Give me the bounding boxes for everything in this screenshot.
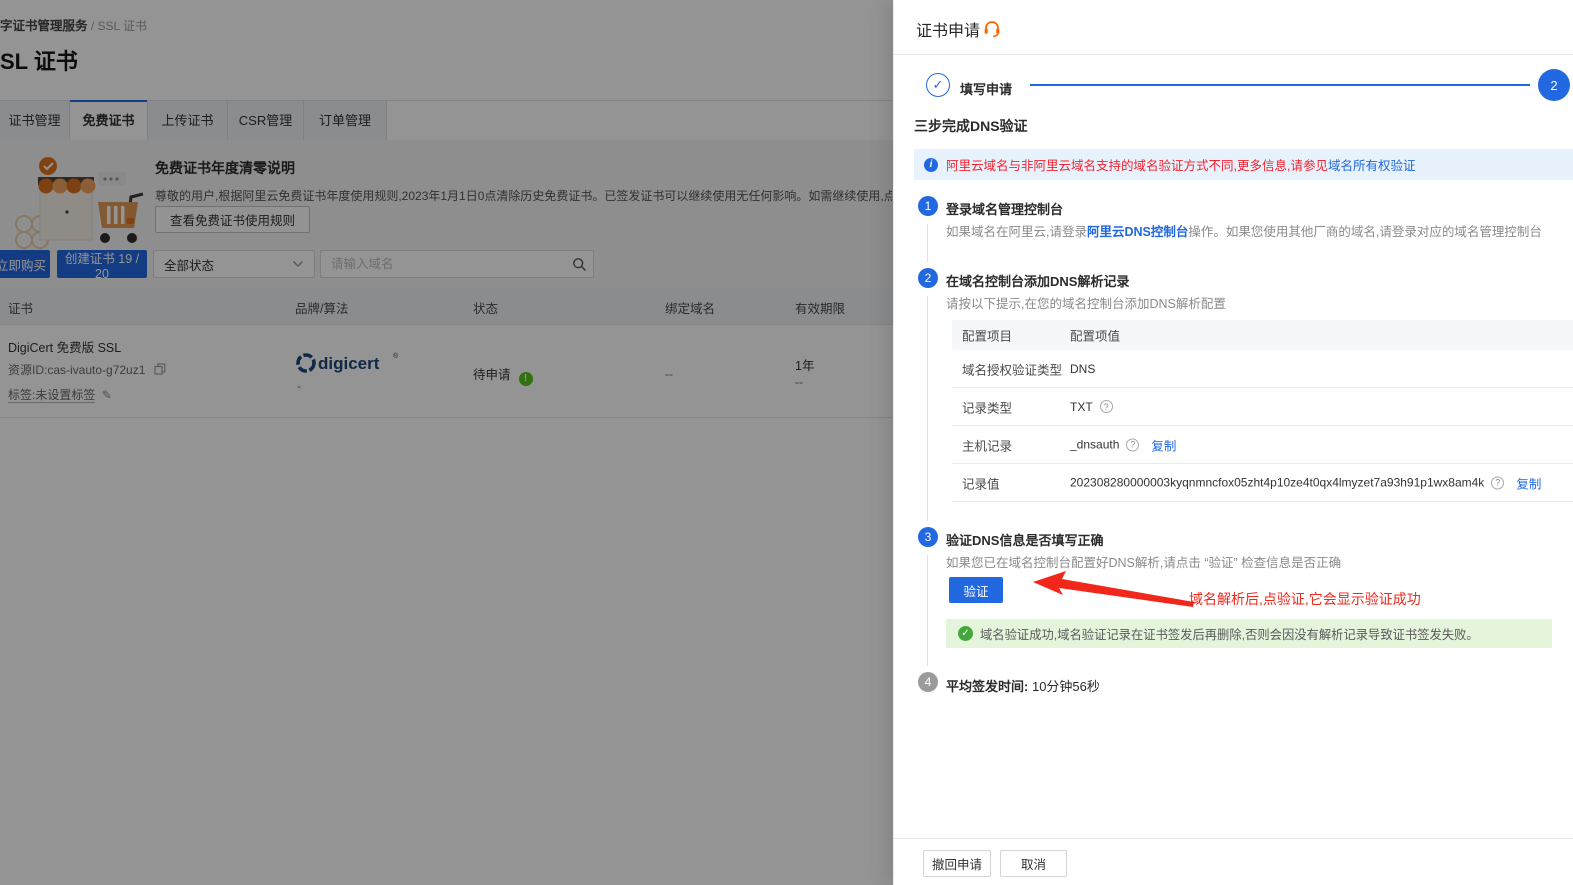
step1-number: 1	[918, 196, 938, 216]
info-alert-text: 阿里云域名与非阿里云域名支持的域名验证方式不同,更多信息,请参见	[946, 155, 1328, 174]
dns-config-table: 配置项目 配置项值 域名授权验证类型 DNS 记录类型 TXT ? 主机记录 _…	[952, 320, 1573, 502]
step1-title: 登录域名管理控制台	[946, 199, 1063, 218]
step3-title: 验证DNS信息是否填写正确	[946, 530, 1103, 549]
annotation-arrow	[1004, 566, 1204, 612]
copy-record-value-link[interactable]: 复制	[1516, 473, 1541, 492]
config-row-record-value: 记录值 202308280000003kyqnmncfox05zht4p10ze…	[952, 464, 1573, 502]
step2-desc: 请按以下提示,在您的域名控制台添加DNS解析配置	[946, 293, 1226, 312]
step3-number: 3	[918, 527, 938, 547]
section-title: 三步完成DNS验证	[914, 116, 1028, 136]
host-record-help-icon[interactable]: ?	[1126, 438, 1139, 451]
step2-number: 2	[918, 268, 938, 288]
step-complete-check-icon: ✓	[926, 73, 950, 97]
info-icon: i	[924, 158, 938, 172]
step2-title: 在域名控制台添加DNS解析记录	[946, 271, 1129, 290]
aliyun-dns-console-link[interactable]: 阿里云DNS控制台	[1087, 225, 1188, 239]
success-alert-text: 域名验证成功,域名验证记录在证书签发后再删除,否则会因没有解析记录导致证书签发失…	[980, 625, 1479, 643]
col-config-value: 配置项值	[1070, 326, 1120, 345]
col-config-item: 配置项目	[962, 326, 1012, 345]
config-row-verification-type: 域名授权验证类型 DNS	[952, 350, 1573, 388]
screen: 字证书管理服务 / SSL 证书 SL 证书 证书管理 免费证书 上传证书 CS…	[0, 0, 1573, 885]
step1-desc: 如果域名在阿里云,请登录阿里云DNS控制台操作。如果您使用其他厂商的域名,请登录…	[946, 221, 1542, 240]
cancel-button[interactable]: 取消	[1000, 850, 1067, 877]
withdraw-application-button[interactable]: 撤回申请	[923, 850, 991, 877]
progress-step1-label: 填写申请	[960, 79, 1012, 98]
step3-connector	[927, 555, 928, 666]
progress-step2-badge: 2	[1538, 69, 1570, 101]
config-row-host-record: 主机记录 _dnsauth ? 复制	[952, 426, 1573, 464]
success-check-icon: ✓	[958, 626, 973, 641]
config-row-record-type: 记录类型 TXT ?	[952, 388, 1573, 426]
domain-ownership-verification-link[interactable]: 域名所有权验证	[1328, 155, 1416, 174]
certificate-application-drawer: 证书申请 ✓ 填写申请 2 三步完成DNS验证 i 阿里云域名与非阿里云域名支持…	[893, 0, 1573, 885]
info-alert: i 阿里云域名与非阿里云域名支持的域名验证方式不同,更多信息,请参见域名所有权验…	[914, 149, 1573, 180]
record-type-help-icon[interactable]: ?	[1100, 400, 1113, 413]
footer-divider	[894, 838, 1573, 839]
step4-text: 平均签发时间: 10分钟56秒	[946, 676, 1100, 695]
copy-host-record-link[interactable]: 复制	[1151, 435, 1176, 454]
drawer-title: 证书申请	[916, 17, 980, 41]
step1-connector	[927, 224, 928, 262]
step4-number: 4	[918, 672, 938, 692]
ssl-certificate-page: 字证书管理服务 / SSL 证书 SL 证书 证书管理 免费证书 上传证书 CS…	[0, 0, 893, 885]
modal-overlay[interactable]	[0, 0, 893, 885]
success-alert: ✓ 域名验证成功,域名验证记录在证书签发后再删除,否则会因没有解析记录导致证书签…	[946, 619, 1552, 648]
progress-connector	[1030, 84, 1530, 86]
annotation-text: 域名解析后,点验证,它会显示验证成功	[1189, 589, 1421, 609]
step2-connector	[927, 296, 928, 521]
dns-config-table-header: 配置项目 配置项值	[952, 320, 1573, 350]
verify-button[interactable]: 验证	[949, 577, 1003, 603]
header-divider	[894, 54, 1573, 55]
record-value-help-icon[interactable]: ?	[1491, 476, 1504, 489]
support-headset-icon[interactable]	[982, 18, 1002, 38]
